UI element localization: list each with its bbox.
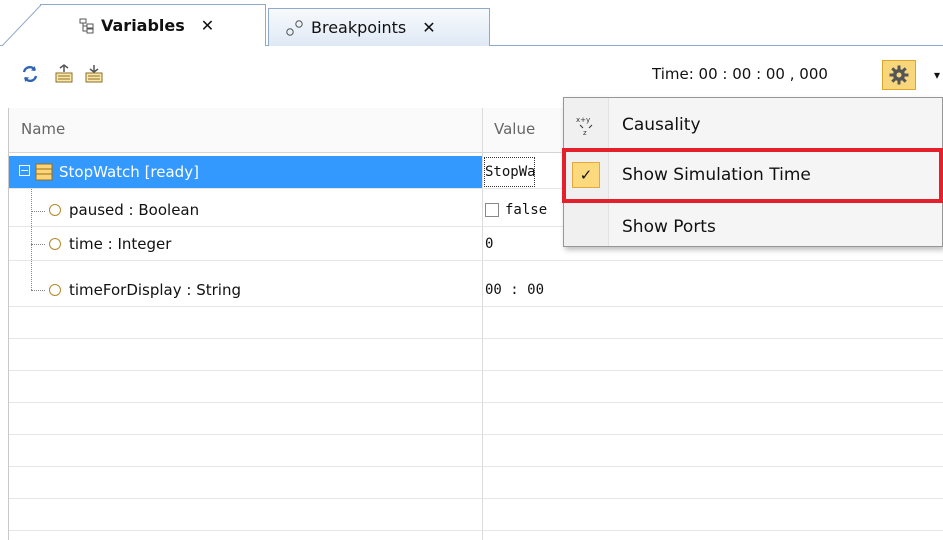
- menu-item-show-simulation-time[interactable]: ✓ Show Simulation Time: [564, 152, 942, 198]
- row-name: paused : Boolean: [69, 201, 200, 219]
- name-cell: timeForDisplay : String: [9, 274, 482, 306]
- svg-text:x+y: x+y: [576, 116, 590, 124]
- tab-variables[interactable]: Variables ✕: [1, 4, 266, 47]
- collapse-all-icon[interactable]: [82, 62, 106, 86]
- empty-row: [9, 402, 943, 435]
- menu-item-label: Show Ports: [622, 217, 716, 237]
- property-icon: [49, 204, 61, 216]
- menu-separator: [610, 202, 938, 203]
- table-row[interactable]: timeForDisplay : String 00 : 00: [9, 274, 943, 307]
- row-name: StopWatch [ready]: [59, 163, 199, 181]
- empty-row: [9, 498, 943, 531]
- close-icon[interactable]: ✕: [422, 18, 435, 37]
- gear-icon: [889, 65, 909, 85]
- menu-item-show-ports[interactable]: Show Ports: [564, 204, 942, 250]
- row-name: timeForDisplay : String: [69, 281, 241, 299]
- menu-separator: [610, 150, 938, 151]
- value-cell: false: [483, 194, 547, 226]
- tab-slant: [1, 5, 41, 47]
- tab-strip: Variables ✕ Breakpoints ✕: [0, 0, 943, 47]
- tree-structure-icon: [79, 18, 95, 34]
- column-header-value[interactable]: Value: [494, 120, 535, 138]
- value-cell[interactable]: 0: [483, 228, 493, 260]
- empty-row: [9, 434, 943, 467]
- simulation-time-label: Time: 00 : 00 : 00 , 000: [652, 65, 828, 83]
- menu-item-label: Show Simulation Time: [622, 165, 811, 185]
- options-button[interactable]: [882, 60, 916, 90]
- causality-icon: x+y z: [574, 113, 598, 137]
- property-icon: [49, 238, 61, 250]
- collapse-icon[interactable]: −: [19, 165, 30, 176]
- tab-variables-label: Variables: [101, 16, 185, 35]
- menu-item-causality[interactable]: x+y z Causality: [564, 102, 942, 148]
- tab-breakpoints[interactable]: Breakpoints ✕: [268, 8, 490, 46]
- column-header-name[interactable]: Name: [21, 120, 65, 138]
- value-checkbox[interactable]: [485, 203, 499, 217]
- name-cell: time : Integer: [9, 228, 482, 260]
- name-cell: − StopWatch [ready]: [9, 156, 482, 188]
- row-name: time : Integer: [69, 235, 172, 253]
- value-cell[interactable]: StopWa: [483, 156, 536, 188]
- value-cell[interactable]: 00 : 00: [483, 274, 544, 306]
- options-menu: x+y z Causality ✓ Show Simulation Time S…: [563, 97, 943, 247]
- svg-text:z: z: [583, 129, 587, 137]
- class-icon: [35, 163, 53, 181]
- empty-row: [9, 338, 943, 371]
- chevron-down-icon[interactable]: ▾: [934, 68, 940, 82]
- tab-breakpoints-label: Breakpoints: [311, 18, 407, 37]
- menu-item-label: Causality: [622, 115, 701, 135]
- empty-row: [9, 306, 943, 339]
- breakpoints-icon: [285, 19, 305, 37]
- property-icon: [49, 284, 61, 296]
- expand-all-icon[interactable]: [52, 62, 76, 86]
- empty-row: [9, 466, 943, 499]
- check-icon: ✓: [572, 162, 600, 188]
- empty-row: [9, 370, 943, 403]
- close-icon[interactable]: ✕: [201, 16, 214, 35]
- refresh-icon[interactable]: [18, 62, 42, 86]
- value-text: false: [505, 202, 548, 218]
- name-cell: paused : Boolean: [9, 194, 482, 226]
